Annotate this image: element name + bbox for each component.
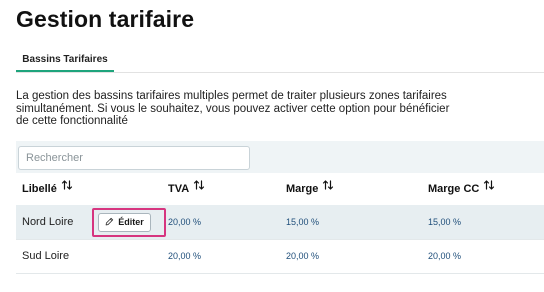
cell-tva: 20,00 % (168, 251, 202, 261)
column-header-marge-cc[interactable]: Marge CC (428, 173, 495, 205)
edit-button-label: Éditer (118, 217, 144, 227)
column-header-label: Marge (286, 183, 319, 195)
edit-button-highlight: Éditer (92, 208, 166, 237)
sort-icon[interactable] (483, 172, 495, 204)
cell-marge: 15,00 % (286, 217, 320, 227)
sort-icon[interactable] (61, 172, 73, 204)
description-text: La gestion des bassins tarifaires multip… (16, 90, 450, 127)
column-header-marge[interactable]: Marge (286, 173, 334, 205)
column-header-libelle[interactable]: Libellé (22, 173, 73, 205)
table-row[interactable]: Sud Loire 20,00 % 20,00 % 20,00 % (16, 239, 544, 274)
table-header: Libellé TVA Marge Marge CC (16, 173, 544, 206)
page-title: Gestion tarifaire (16, 6, 195, 32)
tab-bassins-tarifaires[interactable]: Bassins Tarifaires (16, 52, 114, 72)
cell-tva: 20,00 % (168, 217, 202, 227)
cell-marge-cc: 20,00 % (428, 251, 462, 261)
column-header-label: Libellé (22, 183, 57, 195)
cell-libelle: Nord Loire (22, 216, 74, 228)
sort-icon[interactable] (322, 172, 334, 204)
cell-marge-cc: 15,00 % (428, 217, 462, 227)
tab-bar: Bassins Tarifaires (16, 52, 544, 73)
sort-icon[interactable] (193, 172, 205, 204)
cell-marge: 20,00 % (286, 251, 320, 261)
table-row[interactable]: Nord Loire Éditer 20,00 % 15,00 % 15,00 … (16, 205, 544, 240)
cell-libelle: Sud Loire (22, 250, 70, 262)
search-input[interactable] (18, 146, 250, 170)
column-header-label: TVA (168, 183, 190, 195)
column-header-tva[interactable]: TVA (168, 173, 205, 205)
edit-button[interactable]: Éditer (98, 213, 151, 232)
pencil-icon (105, 217, 114, 226)
bassins-table: Libellé TVA Marge Marge CC Nord Loire Éd… (16, 141, 544, 292)
column-header-label: Marge CC (428, 183, 480, 195)
table-toolbar (16, 141, 544, 173)
